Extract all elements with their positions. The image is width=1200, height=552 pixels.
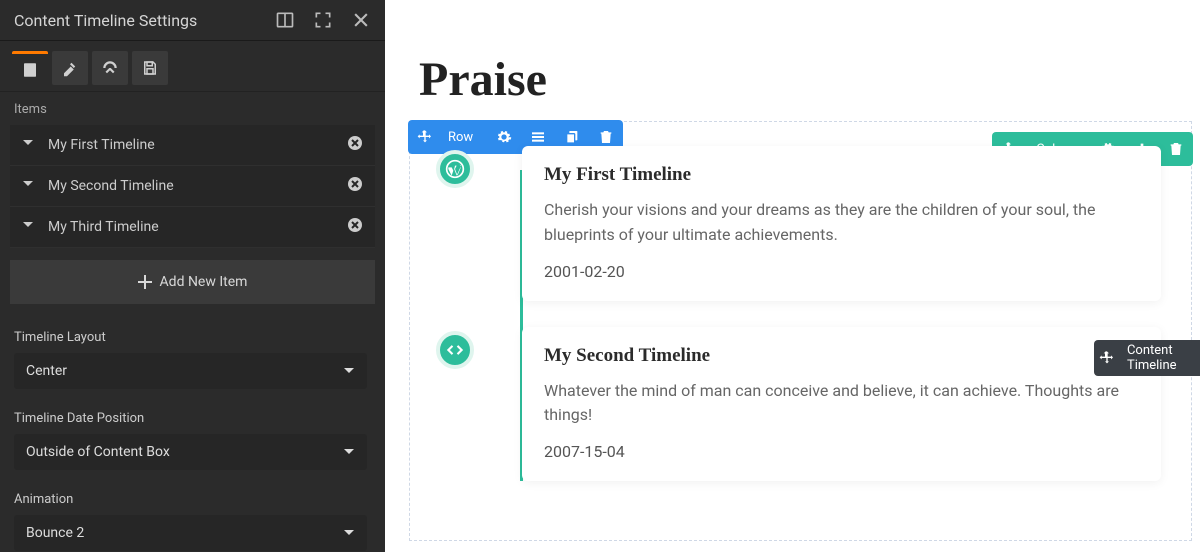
layout-select[interactable]: Center [14,353,367,389]
animation-select[interactable]: Bounce 2 [14,515,367,551]
plus-icon [138,275,152,289]
trash-icon[interactable] [1159,132,1193,166]
move-icon[interactable] [1094,341,1121,375]
animation-value: Bounce 2 [26,525,84,541]
panel-header: Content Timeline Settings [0,0,385,41]
item-row[interactable]: My Second Timeline [10,166,375,207]
item-row[interactable]: My Third Timeline [10,207,375,248]
timeline-card-body: Whatever the mind of man can conceive an… [544,379,1139,429]
timeline-card-date: 2001-02-20 [544,262,1139,281]
panel-expand-icon[interactable] [313,10,333,30]
canvas: Praise Row Column Content Timeline [385,0,1200,552]
layout-value: Center [26,363,67,379]
animation-label: Animation [14,492,371,507]
tab-save-icon[interactable] [132,51,168,85]
content-toolbar-label: Content Timeline [1121,343,1200,373]
timeline-card-date: 2007-15-04 [544,442,1139,461]
tab-style-icon[interactable] [52,51,88,85]
layout-field: Timeline Layout Center [0,322,385,403]
item-label: My Third Timeline [48,219,159,235]
chevron-down-icon [22,178,34,194]
content-toolbar: Content Timeline [1094,340,1200,376]
chevron-down-icon [22,219,34,235]
items-label: Items [0,92,385,125]
panel-title: Content Timeline Settings [14,11,197,30]
tab-advanced-icon[interactable] [92,51,128,85]
timeline-card-body: Cherish your visions and your dreams as … [544,198,1139,248]
item-row[interactable]: My First Timeline [10,125,375,166]
chevron-down-icon [343,446,355,458]
move-icon[interactable] [408,120,442,154]
add-item-button[interactable]: Add New Item [10,260,375,304]
chevron-down-icon [343,365,355,377]
panel-columns-icon[interactable] [275,10,295,30]
animation-field: Animation Bounce 2 [0,484,385,552]
timeline-card[interactable]: My First Timeline Cherish your visions a… [522,146,1161,301]
timeline-item: My First Timeline Cherish your visions a… [522,146,1161,301]
code-icon [436,331,474,369]
items-list: My First Timeline My Second Timeline My … [0,125,385,248]
timeline-card[interactable]: My Second Timeline Whatever the mind of … [522,327,1161,482]
settings-panel: Content Timeline Settings Items [0,0,385,552]
timeline: My First Timeline Cherish your visions a… [452,146,1161,481]
date-position-field: Timeline Date Position Outside of Conten… [0,403,385,484]
date-position-value: Outside of Content Box [26,444,170,460]
timeline-card-title: My First Timeline [544,164,1139,186]
date-position-label: Timeline Date Position [14,411,371,426]
item-label: My First Timeline [48,137,155,153]
tab-content-icon[interactable] [12,51,48,85]
timeline-card-title: My Second Timeline [544,345,1139,367]
panel-header-actions [275,10,371,30]
layout-label: Timeline Layout [14,330,371,345]
delete-item-icon[interactable] [347,176,363,196]
add-item-label: Add New Item [160,274,248,290]
delete-item-icon[interactable] [347,135,363,155]
page-title: Praise [385,0,1200,113]
tool-tabs [0,41,385,92]
chevron-down-icon [343,527,355,539]
item-label: My Second Timeline [48,178,174,194]
row-toolbar-label: Row [442,130,487,145]
date-position-select[interactable]: Outside of Content Box [14,434,367,470]
row-container[interactable]: Row Column Content Timeline [409,121,1192,541]
chevron-down-icon [22,137,34,153]
timeline-item: My Second Timeline Whatever the mind of … [522,327,1161,482]
delete-item-icon[interactable] [347,217,363,237]
wordpress-icon [436,150,474,188]
panel-close-icon[interactable] [351,10,371,30]
